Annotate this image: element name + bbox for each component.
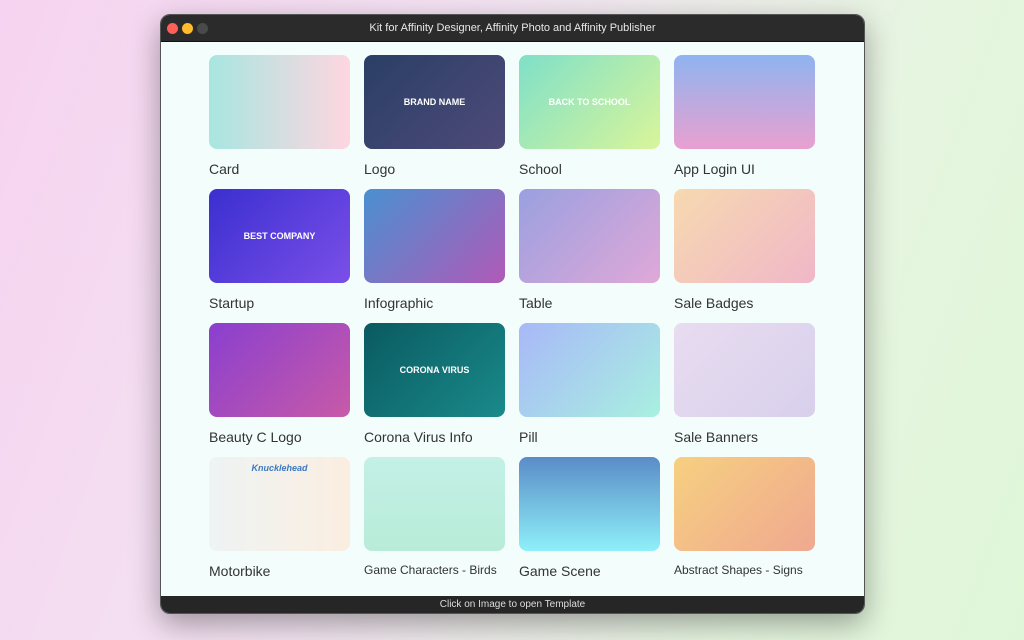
template-thumbnail[interactable] [674, 189, 815, 283]
template-tile[interactable]: Card [209, 55, 350, 177]
template-thumbnail[interactable] [519, 323, 660, 417]
title-bar: Kit for Affinity Designer, Affinity Phot… [161, 15, 864, 42]
template-label: School [519, 161, 562, 177]
template-tile[interactable]: Sale Badges [674, 189, 815, 311]
template-thumbnail[interactable] [364, 189, 505, 283]
template-tile[interactable]: Game Characters - Birds [364, 457, 505, 577]
template-tile[interactable]: Knucklehead Motorbike [209, 457, 350, 579]
thumbnail-text: CORONA VIRUS [399, 365, 470, 375]
template-label: App Login UI [674, 161, 755, 177]
template-label: Game Scene [519, 563, 601, 579]
template-tile[interactable]: BRAND NAME Logo [364, 55, 505, 177]
template-tile[interactable]: CORONA VIRUS Corona Virus Info [364, 323, 505, 445]
template-label: Table [519, 295, 553, 311]
thumbnail-text: BACK TO SCHOOL [548, 97, 631, 107]
template-thumbnail[interactable] [519, 457, 660, 551]
template-thumbnail[interactable]: BRAND NAME [364, 55, 505, 149]
template-tile[interactable]: Infographic [364, 189, 505, 311]
template-thumbnail[interactable]: CORONA VIRUS [364, 323, 505, 417]
template-thumbnail[interactable] [674, 457, 815, 551]
template-label: Game Characters - Birds [364, 563, 497, 577]
window-title: Kit for Affinity Designer, Affinity Phot… [369, 22, 656, 34]
template-label: Corona Virus Info [364, 429, 473, 445]
template-label: Infographic [364, 295, 434, 311]
template-tile[interactable]: Table [519, 189, 660, 311]
template-thumbnail[interactable]: BEST COMPANY [209, 189, 350, 283]
template-label: Pill [519, 429, 538, 445]
thumbnail-text: Knucklehead [251, 463, 308, 473]
status-bar: Click on Image to open Template [161, 596, 864, 613]
template-tile[interactable]: Game Scene [519, 457, 660, 579]
template-tile[interactable]: Abstract Shapes - Signs [674, 457, 815, 577]
template-thumbnail[interactable] [519, 189, 660, 283]
footer-hint: Click on Image to open Template [439, 599, 586, 610]
app-window: Kit for Affinity Designer, Affinity Phot… [160, 14, 865, 614]
template-tile[interactable]: BACK TO SCHOOL School [519, 55, 660, 177]
template-thumbnail[interactable] [209, 323, 350, 417]
template-label: Motorbike [209, 563, 271, 579]
template-label: Sale Badges [674, 295, 754, 311]
template-label: Sale Banners [674, 429, 759, 445]
thumbnail-text: BEST COMPANY [243, 231, 316, 241]
template-tile[interactable]: BEST COMPANY Startup [209, 189, 350, 311]
template-label: Logo [364, 161, 396, 177]
close-button[interactable] [167, 23, 178, 34]
minimize-button[interactable] [182, 23, 193, 34]
template-thumbnail[interactable] [209, 55, 350, 149]
template-thumbnail[interactable] [674, 55, 815, 149]
template-label: Abstract Shapes - Signs [674, 563, 803, 577]
template-thumbnail[interactable]: BACK TO SCHOOL [519, 55, 660, 149]
template-thumbnail[interactable]: Knucklehead [209, 457, 350, 551]
template-thumbnail[interactable] [364, 457, 505, 551]
zoom-button[interactable] [197, 23, 208, 34]
template-thumbnail[interactable] [674, 323, 815, 417]
template-label: Beauty C Logo [209, 429, 302, 445]
template-tile[interactable]: App Login UI [674, 55, 815, 177]
template-label: Startup [209, 295, 255, 311]
template-tile[interactable]: Sale Banners [674, 323, 815, 445]
thumbnail-text: BRAND NAME [403, 97, 466, 107]
template-tile[interactable]: Pill [519, 323, 660, 445]
template-tile[interactable]: Beauty C Logo [209, 323, 350, 445]
template-label: Card [209, 161, 240, 177]
